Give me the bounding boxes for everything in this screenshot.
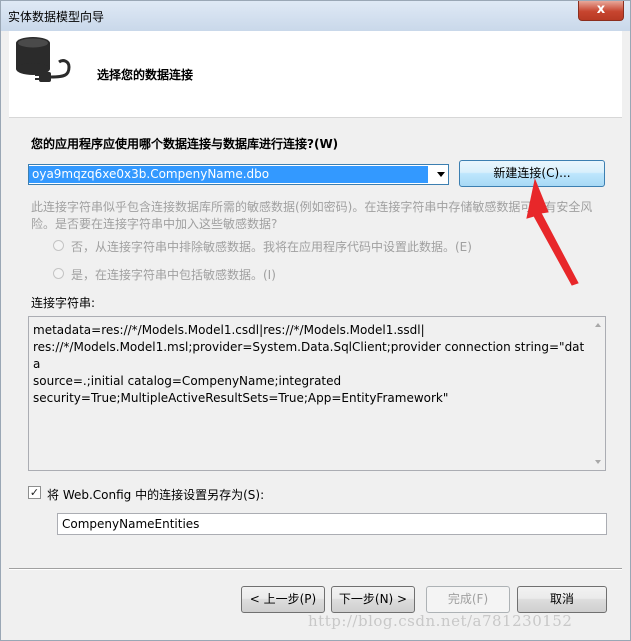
cancel-button[interactable]: 取消 — [517, 586, 607, 613]
save-setting-checkbox[interactable]: ✓ — [28, 486, 41, 499]
sensitive-data-warning-line2: 险。是否要在连接字符串中加入这些敏感数据? — [31, 217, 278, 231]
watermark: http://blog.csdn.net/a781230152 — [308, 612, 573, 630]
connection-string-label: 连接字符串: — [31, 296, 96, 310]
connection-string-box[interactable]: metadata=res://*/Models.Model1.csdl|res:… — [28, 316, 606, 471]
exclude-sensitive-radio[interactable] — [53, 240, 64, 251]
connection-select-value: oya9mqzq6xe0x3b.CompenyName.dbo — [29, 166, 428, 183]
vertical-scrollbar[interactable] — [590, 317, 605, 470]
wizard-window: 实体数据模型向导 x 选择您的数据连接 您的应用程序应使用哪个数据连接与数据库进… — [0, 0, 631, 641]
finish-button[interactable]: 完成(F) — [426, 586, 510, 613]
include-sensitive-label: 是，在连接字符串中包括敏感数据。(I) — [71, 268, 276, 282]
new-connection-button[interactable]: 新建连接(C)... — [459, 160, 605, 187]
close-button[interactable]: x — [578, 1, 624, 21]
connection-string-text[interactable]: metadata=res://*/Models.Model1.csdl|res:… — [33, 322, 588, 407]
scroll-up-icon[interactable] — [595, 323, 601, 327]
database-plug-icon — [16, 37, 71, 82]
exclude-sensitive-label: 否，从连接字符串中排除敏感数据。我将在应用程序代码中设置此数据。(E) — [71, 240, 472, 254]
window-title: 实体数据模型向导 — [8, 10, 105, 24]
connection-select[interactable]: oya9mqzq6xe0x3b.CompenyName.dbo — [28, 164, 449, 185]
connection-question: 您的应用程序应使用哪个数据连接与数据库进行连接?(W) — [31, 137, 339, 151]
title-bar[interactable]: 实体数据模型向导 x — [1, 1, 630, 31]
back-button[interactable]: < 上一步(P) — [241, 586, 325, 613]
chevron-down-icon[interactable] — [437, 172, 445, 177]
sensitive-data-warning-line1: 此连接字符串似乎包含连接数据库所需的敏感数据(例如密码)。在连接字符串中存储敏感… — [31, 200, 593, 214]
entity-name-input[interactable]: CompenyNameEntities — [57, 513, 607, 535]
wizard-header: 选择您的数据连接 — [9, 31, 622, 118]
include-sensitive-radio[interactable] — [53, 268, 64, 279]
close-icon: x — [596, 2, 606, 17]
page-title: 选择您的数据连接 — [97, 68, 194, 82]
scroll-down-icon[interactable] — [595, 460, 601, 464]
next-button[interactable]: 下一步(N) > — [331, 586, 415, 613]
divider — [9, 568, 622, 570]
checkmark-icon: ✓ — [29, 486, 40, 499]
save-setting-label: 将 Web.Config 中的连接设置另存为(S): — [47, 488, 265, 502]
